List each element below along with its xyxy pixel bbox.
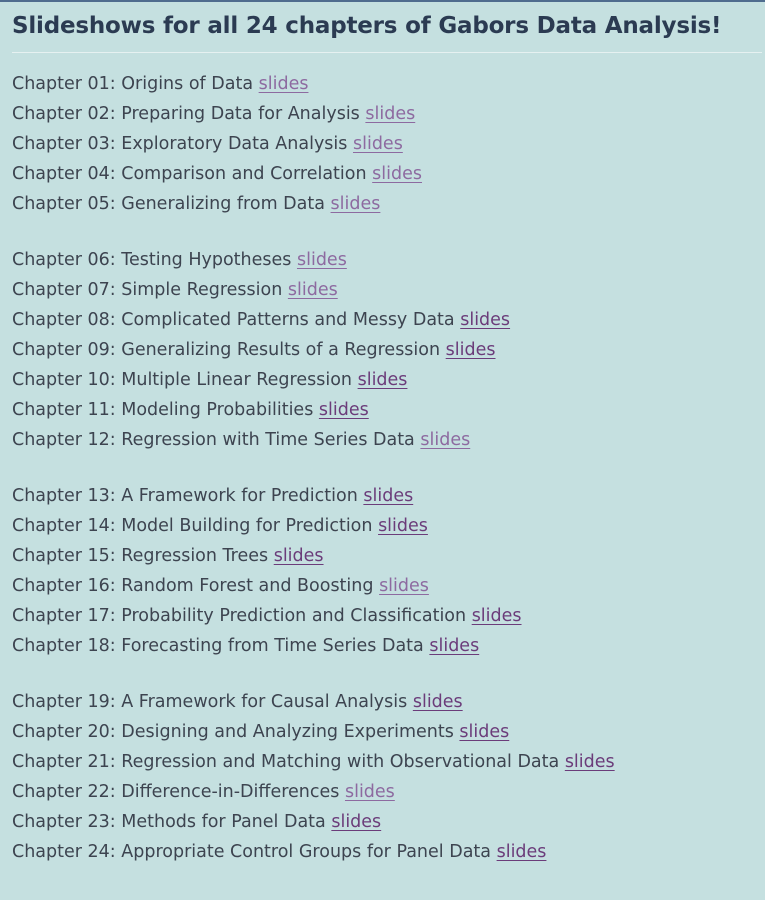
slides-link[interactable]: slides <box>378 516 428 536</box>
slides-link[interactable]: slides <box>353 134 403 154</box>
chapter-row: Chapter 18: Forecasting from Time Series… <box>12 631 765 661</box>
title-divider <box>12 52 762 53</box>
chapter-title: Chapter 13: A Framework for Prediction <box>12 486 358 506</box>
chapter-group: Chapter 01: Origins of Data slides Chapte… <box>12 69 765 219</box>
chapter-row: Chapter 05: Generalizing from Data slide… <box>12 189 765 219</box>
chapter-row: Chapter 04: Comparison and Correlation s… <box>12 159 765 189</box>
slides-link[interactable]: slides <box>460 310 510 330</box>
chapter-title: Chapter 01: Origins of Data <box>12 74 254 94</box>
chapter-title: Chapter 21: Regression and Matching with… <box>12 752 560 772</box>
slides-link[interactable]: slides <box>497 842 547 862</box>
chapter-title: Chapter 23: Methods for Panel Data <box>12 812 326 832</box>
chapter-title: Chapter 06: Testing Hypotheses <box>12 250 292 270</box>
chapter-row: Chapter 17: Probability Prediction and C… <box>12 601 765 631</box>
chapter-row: Chapter 22: Difference-in-Differences sl… <box>12 777 765 807</box>
chapter-row: Chapter 12: Regression with Time Series … <box>12 425 765 455</box>
chapter-row: Chapter 11: Modeling Probabilities slide… <box>12 395 765 425</box>
chapter-row: Chapter 01: Origins of Data slides <box>12 69 765 99</box>
slides-link[interactable]: slides <box>331 194 381 214</box>
chapter-list: Chapter 01: Origins of Data slides Chapte… <box>12 69 765 867</box>
chapter-row: Chapter 07: Simple Regression slides <box>12 275 765 305</box>
chapter-title: Chapter 20: Designing and Analyzing Expe… <box>12 722 454 742</box>
chapter-title: Chapter 02: Preparing Data for Analysis <box>12 104 360 124</box>
chapter-row: Chapter 15: Regression Trees slides <box>12 541 765 571</box>
slides-link[interactable]: slides <box>372 164 422 184</box>
chapter-title: Chapter 07: Simple Regression <box>12 280 283 300</box>
slides-link[interactable]: slides <box>288 280 338 300</box>
slides-link[interactable]: slides <box>413 692 463 712</box>
chapter-title: Chapter 19: A Framework for Causal Analy… <box>12 692 408 712</box>
chapter-title: Chapter 18: Forecasting from Time Series… <box>12 636 424 656</box>
chapter-title: Chapter 10: Multiple Linear Regression <box>12 370 353 390</box>
slides-link[interactable]: slides <box>379 576 429 596</box>
chapter-row: Chapter 21: Regression and Matching with… <box>12 747 765 777</box>
chapter-row: Chapter 19: A Framework for Causal Analy… <box>12 687 765 717</box>
slides-link[interactable]: slides <box>472 606 522 626</box>
chapter-row: Chapter 16: Random Forest and Boosting s… <box>12 571 765 601</box>
slides-link[interactable]: slides <box>358 370 408 390</box>
page-content: Slideshows for all 24 chapters of Gabors… <box>0 2 765 867</box>
chapter-title: Chapter 05: Generalizing from Data <box>12 194 325 214</box>
slides-link[interactable]: slides <box>459 722 509 742</box>
chapter-title: Chapter 09: Generalizing Results of a Re… <box>12 340 441 360</box>
chapter-row: Chapter 02: Preparing Data for Analysis … <box>12 99 765 129</box>
chapter-title: Chapter 14: Model Building for Predictio… <box>12 516 373 536</box>
slides-link[interactable]: slides <box>319 400 369 420</box>
chapter-row: Chapter 13: A Framework for Prediction s… <box>12 481 765 511</box>
chapter-title: Chapter 12: Regression with Time Series … <box>12 430 415 450</box>
slides-link[interactable]: slides <box>259 74 309 94</box>
chapter-title: Chapter 04: Comparison and Correlation <box>12 164 367 184</box>
slides-link[interactable]: slides <box>565 752 615 772</box>
chapter-title: Chapter 22: Difference-in-Differences <box>12 782 340 802</box>
chapter-title: Chapter 03: Exploratory Data Analysis <box>12 134 348 154</box>
chapter-row: Chapter 10: Multiple Linear Regression s… <box>12 365 765 395</box>
chapter-title: Chapter 15: Regression Trees <box>12 546 269 566</box>
chapter-title: Chapter 08: Complicated Patterns and Mes… <box>12 310 455 330</box>
slides-link[interactable]: slides <box>429 636 479 656</box>
chapter-row: Chapter 03: Exploratory Data Analysis sl… <box>12 129 765 159</box>
slides-link[interactable]: slides <box>331 812 381 832</box>
chapter-row: Chapter 06: Testing Hypotheses slides <box>12 245 765 275</box>
chapter-title: Chapter 24: Appropriate Control Groups f… <box>12 842 492 862</box>
slides-link[interactable]: slides <box>345 782 395 802</box>
slides-link[interactable]: slides <box>297 250 347 270</box>
chapter-group: Chapter 13: A Framework for Prediction s… <box>12 481 765 661</box>
chapter-title: Chapter 17: Probability Prediction and C… <box>12 606 467 626</box>
chapter-row: Chapter 09: Generalizing Results of a Re… <box>12 335 765 365</box>
chapter-row: Chapter 23: Methods for Panel Data slide… <box>12 807 765 837</box>
chapter-row: Chapter 08: Complicated Patterns and Mes… <box>12 305 765 335</box>
slides-link[interactable]: slides <box>365 104 415 124</box>
chapter-row: Chapter 14: Model Building for Predictio… <box>12 511 765 541</box>
slides-link[interactable]: slides <box>363 486 413 506</box>
page-title: Slideshows for all 24 chapters of Gabors… <box>12 13 722 39</box>
chapter-title: Chapter 16: Random Forest and Boosting <box>12 576 374 596</box>
chapter-group: Chapter 19: A Framework for Causal Analy… <box>12 687 765 867</box>
chapter-row: Chapter 24: Appropriate Control Groups f… <box>12 837 765 867</box>
slides-link[interactable]: slides <box>420 430 470 450</box>
slides-link[interactable]: slides <box>446 340 496 360</box>
chapter-group: Chapter 06: Testing Hypotheses slides Cha… <box>12 245 765 455</box>
slides-link[interactable]: slides <box>274 546 324 566</box>
chapter-title: Chapter 11: Modeling Probabilities <box>12 400 314 420</box>
chapter-row: Chapter 20: Designing and Analyzing Expe… <box>12 717 765 747</box>
